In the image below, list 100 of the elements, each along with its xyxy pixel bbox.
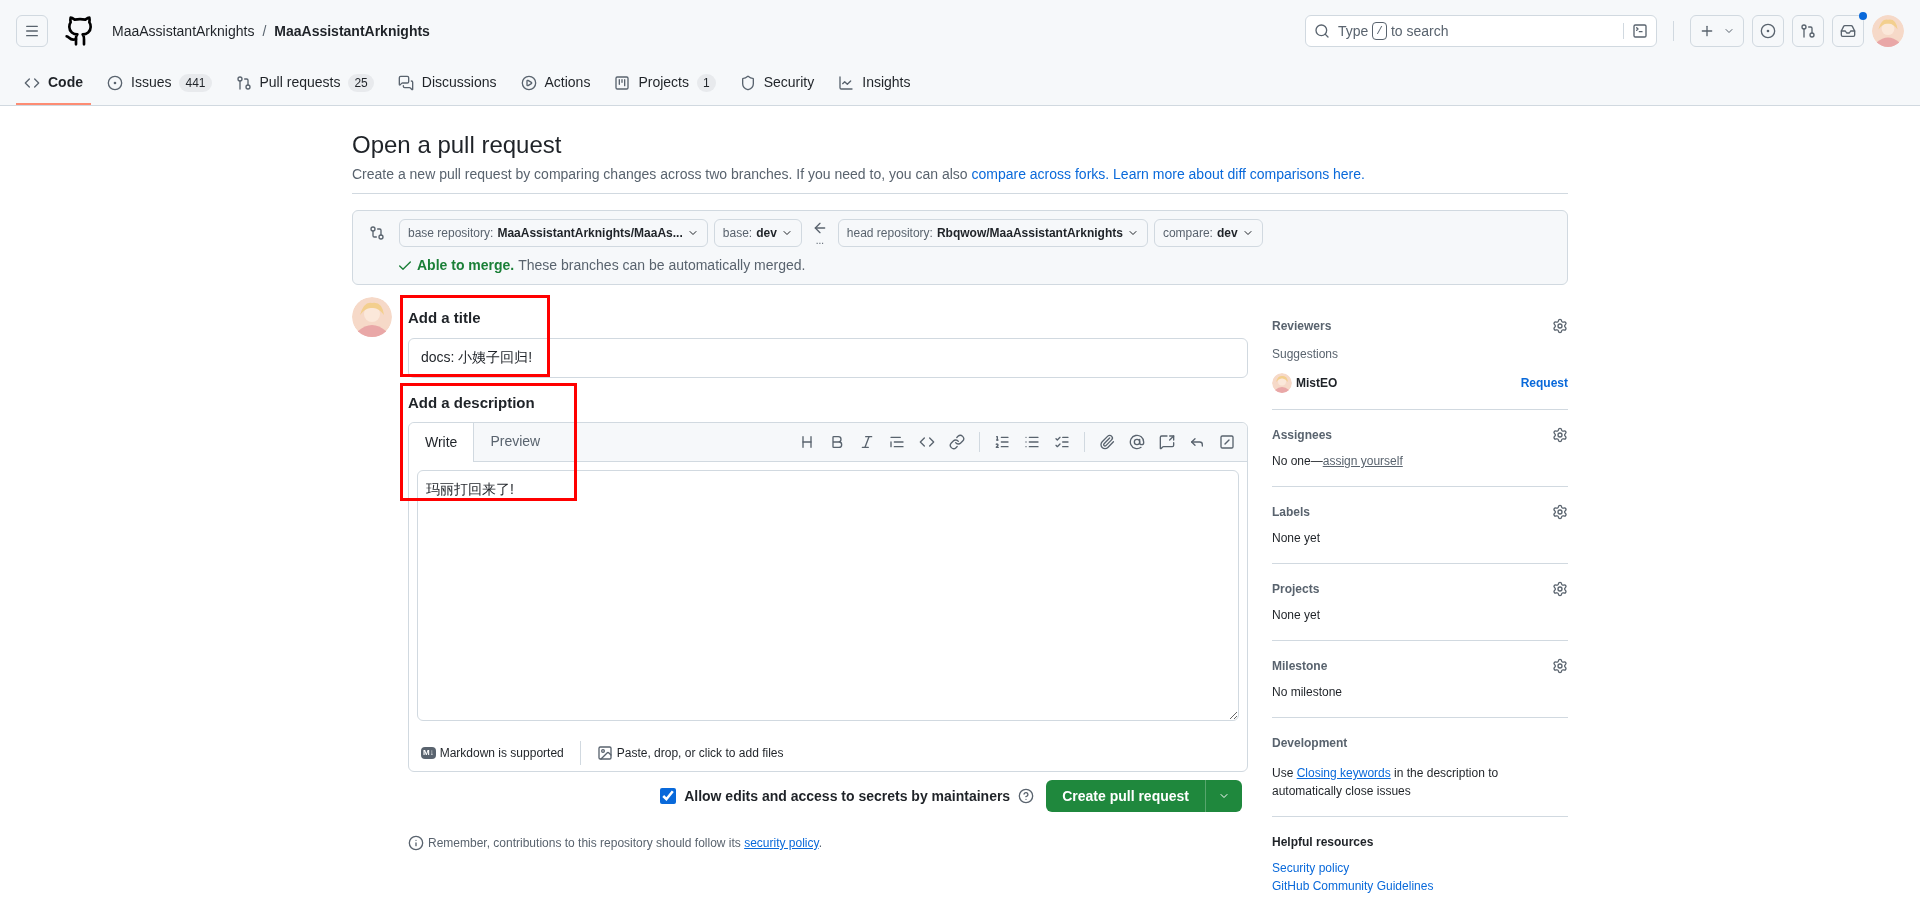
- repo-tab[interactable]: Projects 1: [606, 62, 724, 105]
- editor-tab[interactable]: Preview: [474, 422, 557, 461]
- merge-message: These branches can be automatically merged.: [518, 256, 806, 275]
- repo-tab[interactable]: Discussions: [389, 62, 505, 105]
- suggestions-label: Suggestions: [1272, 346, 1340, 363]
- create-new-button[interactable]: [1690, 15, 1744, 47]
- markdown-icon: M↓: [421, 747, 436, 759]
- branch-selector[interactable]: base: dev: [713, 219, 802, 247]
- inbox-icon: [1840, 23, 1856, 39]
- repo-tab[interactable]: Pull requests 25: [227, 62, 382, 105]
- reviewer-avatar: [1272, 373, 1292, 393]
- search-icon: [1314, 23, 1330, 39]
- pull-requests-button[interactable]: [1792, 15, 1824, 47]
- description-label: Add a description: [408, 392, 536, 413]
- breadcrumb-separator: /: [262, 21, 267, 41]
- section-title[interactable]: Labels: [1272, 503, 1310, 521]
- repo-tab[interactable]: Insights: [830, 62, 919, 105]
- shield-icon: [739, 74, 756, 91]
- allow-edits-checkbox[interactable]: [660, 788, 677, 804]
- count-badge: 1: [697, 73, 716, 92]
- contribution-notice: Remember, contributions to this repository should follow its security policy.: [428, 835, 822, 852]
- compare-forks-link[interactable]: compare across forks.: [971, 166, 1110, 182]
- circle-dot-icon: [1760, 23, 1776, 39]
- settings-icon[interactable]: [1552, 504, 1568, 520]
- pull-request-icon: [1800, 23, 1816, 39]
- security-policy-link[interactable]: security policy: [744, 836, 819, 850]
- bullet-list-icon[interactable]: [1024, 434, 1040, 450]
- section-title[interactable]: Reviewers: [1272, 317, 1332, 335]
- mention-icon[interactable]: [1129, 434, 1145, 450]
- repo-link[interactable]: MaaAssistantArknights: [274, 20, 430, 42]
- resource-link[interactable]: GitHub Community Guidelines: [1272, 877, 1568, 895]
- play-icon: [520, 74, 537, 91]
- quote-icon[interactable]: [889, 434, 905, 450]
- merge-status: Able to merge.: [417, 256, 515, 275]
- owner-link[interactable]: MaaAssistantArknights: [112, 20, 255, 42]
- section-value: No milestone: [1272, 684, 1344, 701]
- menu-button[interactable]: [16, 15, 48, 47]
- circle-dot-icon: [107, 74, 123, 91]
- create-pull-request-button[interactable]: Create pull request: [1046, 780, 1205, 812]
- allow-edits-label[interactable]: Allow edits and access to secrets by maintainers: [684, 785, 1011, 807]
- description-input[interactable]: 玛丽打回来了!: [417, 470, 1239, 721]
- page-subtitle: Create a new pull request by comparing changes across two branches. If you need to, you can also compare across forks. Learn more about diff comparisons here.: [352, 164, 1568, 194]
- author-avatar: [352, 297, 392, 337]
- line-graph-icon: [838, 74, 855, 91]
- code-icon[interactable]: [919, 434, 935, 450]
- section-title: Helpful resources: [1272, 834, 1375, 851]
- link-icon[interactable]: [949, 434, 965, 450]
- section-title: Development: [1272, 735, 1349, 752]
- inbox-button[interactable]: [1832, 15, 1864, 47]
- count-badge: 441: [179, 73, 212, 92]
- plus-icon: [1699, 23, 1715, 39]
- menu-icon: [24, 23, 40, 39]
- closing-keywords-link[interactable]: Closing keywords: [1296, 766, 1391, 780]
- pull-request-icon: [235, 74, 252, 91]
- request-review-link[interactable]: Request: [1520, 374, 1568, 392]
- repo-tab[interactable]: Security: [731, 62, 823, 105]
- assign-yourself-link[interactable]: assign yourself: [1322, 452, 1403, 470]
- settings-icon[interactable]: [1552, 318, 1568, 334]
- cross-reference-icon[interactable]: [1159, 434, 1175, 450]
- issues-button[interactable]: [1752, 15, 1784, 47]
- board-icon: [614, 74, 631, 91]
- search-hint: Type: [1338, 21, 1369, 41]
- count-badge: 25: [348, 73, 374, 92]
- help-icon[interactable]: [1018, 788, 1035, 804]
- repo-tab[interactable]: Issues 441: [99, 62, 220, 105]
- resource-link[interactable]: Security policy: [1272, 859, 1568, 877]
- page-title: Open a pull request: [352, 130, 563, 160]
- chat-bubbles-icon: [397, 74, 414, 91]
- compare-icon: [369, 225, 385, 241]
- section-value: None yet: [1272, 530, 1322, 547]
- settings-icon[interactable]: [1552, 581, 1568, 597]
- reviewer-name: MistEO: [1296, 375, 1338, 392]
- title-input[interactable]: docs: 小姨子回归!: [408, 337, 1248, 378]
- repo-tab[interactable]: Actions: [512, 62, 599, 105]
- repo-tab[interactable]: Code: [16, 62, 91, 105]
- section-title[interactable]: Assignees: [1272, 426, 1333, 444]
- numbered-list-icon[interactable]: [994, 434, 1010, 450]
- settings-icon[interactable]: [1552, 427, 1568, 443]
- editor-tab[interactable]: Write: [409, 423, 475, 462]
- branch-selector[interactable]: compare: dev: [1153, 219, 1263, 247]
- section-title[interactable]: Milestone: [1272, 657, 1328, 675]
- section-title[interactable]: Projects: [1272, 580, 1320, 598]
- assignee-status: No one—: [1272, 453, 1323, 470]
- branch-selector[interactable]: base repository: MaaAssistantArknights/MaaAs...: [399, 219, 708, 247]
- info-icon: [408, 835, 424, 851]
- branch-selector[interactable]: head repository: Rbqwow/MaaAssistantArknights: [837, 219, 1148, 247]
- slash-command-icon[interactable]: [1219, 434, 1235, 450]
- user-avatar: [1872, 15, 1904, 47]
- settings-icon[interactable]: [1552, 658, 1568, 674]
- markdown-note[interactable]: Markdown is supported: [439, 744, 564, 762]
- attach-files-hint[interactable]: Paste, drop, or click to add files: [616, 744, 784, 762]
- task-list-icon[interactable]: [1054, 434, 1070, 450]
- bold-icon[interactable]: [829, 434, 845, 450]
- title-label: Add a title: [408, 308, 482, 328]
- heading-icon[interactable]: [799, 434, 815, 450]
- search-field[interactable]: Type / to search: [1305, 15, 1657, 47]
- learn-more-link[interactable]: Learn more about diff comparisons here.: [1113, 166, 1365, 182]
- paperclip-icon[interactable]: [1099, 434, 1115, 450]
- command-palette-icon[interactable]: [1632, 23, 1648, 39]
- italic-icon[interactable]: [859, 434, 875, 450]
